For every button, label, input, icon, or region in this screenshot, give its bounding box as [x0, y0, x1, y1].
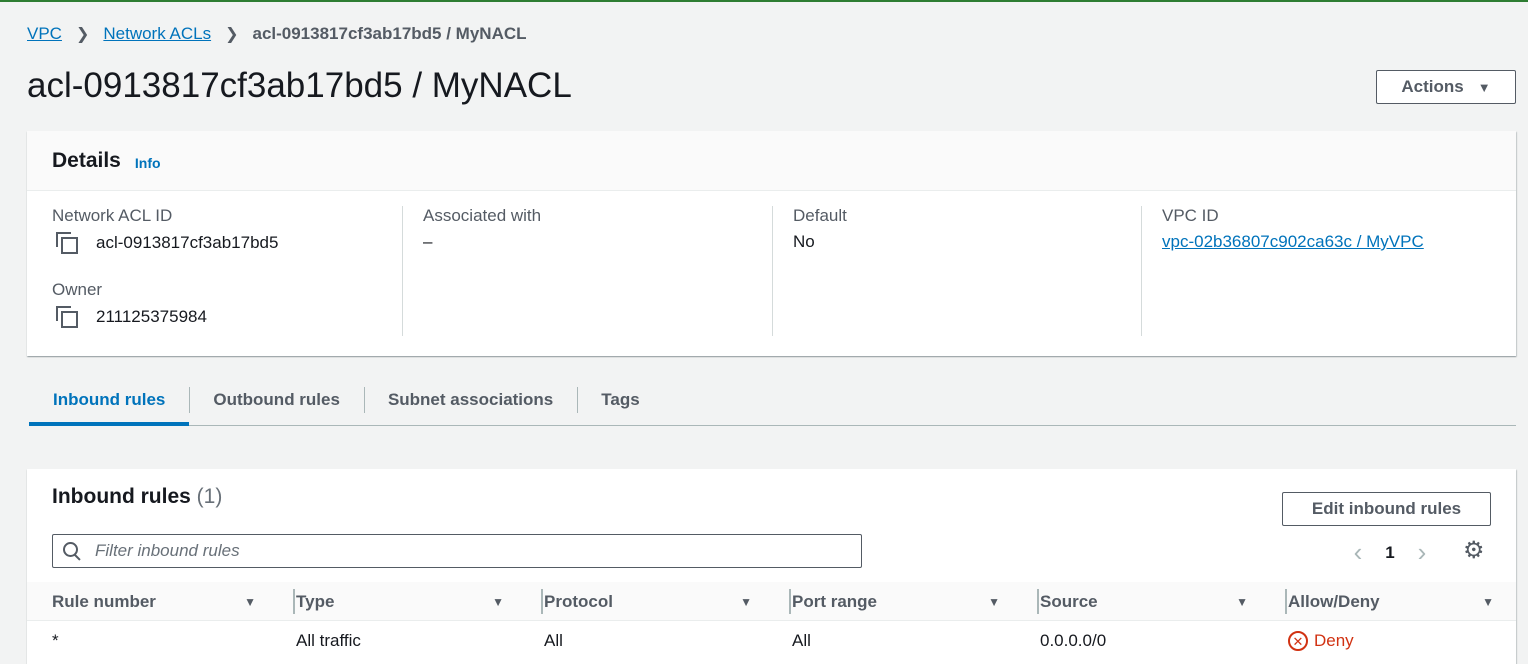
- chevron-right-icon: ❯: [225, 26, 239, 43]
- sort-caret-icon[interactable]: ▼: [244, 595, 256, 609]
- breadcrumb: VPC ❯ Network ACLs ❯ acl-0913817cf3ab17b…: [27, 24, 527, 44]
- deny-label: Deny: [1314, 631, 1354, 650]
- sort-caret-icon[interactable]: ▼: [1482, 595, 1494, 609]
- column-header-label: Port range: [792, 591, 878, 611]
- sort-caret-icon[interactable]: ▼: [988, 595, 1000, 609]
- details-column-associated: Associated with –: [402, 206, 772, 336]
- column-header-label: Allow/Deny: [1288, 591, 1380, 611]
- table-row: * All traffic All All 0.0.0.0/0 ✕ Deny: [27, 621, 1516, 661]
- details-title: Details: [52, 148, 121, 172]
- network-acl-id-value: acl-0913817cf3ab17bd5: [96, 233, 279, 252]
- vpc-id-label: VPC ID: [1162, 206, 1219, 225]
- network-acl-id-label: Network ACL ID: [52, 206, 173, 225]
- gear-icon[interactable]: ⚙: [1463, 539, 1485, 563]
- cell-source: 0.0.0.0/0: [1040, 631, 1107, 650]
- column-header-rule-number[interactable]: Rule number ▼: [52, 582, 272, 621]
- details-header: Details Info: [27, 131, 1516, 191]
- pagination: ‹ 1 ›: [1345, 537, 1435, 568]
- table-header: Rule number ▼ Type ▼ Protocol ▼ Port ran…: [27, 582, 1516, 621]
- column-header-port-range[interactable]: Port range ▼: [789, 582, 1016, 621]
- inbound-rules-count: (1): [196, 485, 223, 508]
- owner-label: Owner: [52, 280, 103, 299]
- actions-button[interactable]: Actions ▼: [1376, 70, 1516, 104]
- owner-value-row: 211125375984: [52, 306, 402, 328]
- details-column-id: Network ACL ID acl-0913817cf3ab17bd5 Own…: [52, 206, 402, 336]
- column-header-protocol[interactable]: Protocol ▼: [541, 582, 768, 621]
- inbound-rules-panel: Inbound rules (1) Edit inbound rules ‹ 1…: [27, 469, 1516, 664]
- filter-inbound-rules-input[interactable]: [93, 540, 833, 562]
- cell-rule-number: *: [52, 631, 59, 650]
- tab-tags[interactable]: Tags: [577, 377, 663, 423]
- search-icon: [63, 542, 81, 560]
- edit-inbound-rules-button[interactable]: Edit inbound rules: [1282, 492, 1491, 526]
- actions-label: Actions: [1401, 77, 1464, 96]
- sort-caret-icon[interactable]: ▼: [1236, 595, 1248, 609]
- tab-outbound-rules[interactable]: Outbound rules: [189, 377, 364, 423]
- chevron-left-icon[interactable]: ‹: [1345, 537, 1371, 568]
- tab-list: Inbound rules Outbound rules Subnet asso…: [29, 377, 1516, 426]
- column-header-label: Protocol: [544, 591, 613, 611]
- tab-subnet-associations[interactable]: Subnet associations: [363, 377, 577, 423]
- details-column-default: Default No: [772, 206, 1141, 336]
- associated-with-value: –: [423, 232, 433, 251]
- cell-protocol: All: [544, 631, 563, 650]
- network-acl-id-value-row: acl-0913817cf3ab17bd5: [52, 232, 402, 254]
- cell-allow-deny: ✕ Deny: [1288, 621, 1354, 661]
- cell-port-range: All: [792, 631, 811, 650]
- inbound-rules-title-text: Inbound rules: [52, 485, 191, 508]
- default-value: No: [793, 232, 815, 251]
- column-header-label: Source: [1040, 591, 1098, 611]
- column-header-type[interactable]: Type ▼: [293, 582, 520, 621]
- chevron-right-icon: ❯: [75, 26, 90, 43]
- inbound-rules-title: Inbound rules (1): [52, 485, 222, 509]
- default-label: Default: [793, 206, 847, 225]
- sort-caret-icon[interactable]: ▼: [492, 595, 504, 609]
- breadcrumb-network-acls-link[interactable]: Network ACLs: [103, 24, 211, 44]
- tab-inbound-rules[interactable]: Inbound rules: [29, 377, 190, 426]
- details-panel: Details Info Network ACL ID acl-0913817c…: [27, 131, 1516, 356]
- info-link[interactable]: Info: [135, 155, 161, 171]
- column-header-allow-deny[interactable]: Allow/Deny ▼: [1285, 582, 1510, 621]
- filter-box: [52, 534, 862, 568]
- column-header-label: Type: [296, 591, 335, 611]
- deny-icon: ✕: [1288, 631, 1308, 651]
- vpc-id-value-row: vpc-02b36807c902ca63c / MyVPC: [1162, 232, 1501, 252]
- breadcrumb-vpc-link[interactable]: VPC: [27, 24, 62, 44]
- copy-icon[interactable]: [56, 306, 78, 328]
- vpc-id-link[interactable]: vpc-02b36807c902ca63c / MyVPC: [1162, 232, 1424, 252]
- owner-value: 211125375984: [96, 307, 207, 326]
- cell-type: All traffic: [296, 631, 361, 650]
- column-header-label: Rule number: [52, 591, 156, 611]
- copy-icon[interactable]: [56, 232, 78, 254]
- details-column-vpc: VPC ID vpc-02b36807c902ca63c / MyVPC: [1141, 206, 1501, 336]
- sort-caret-icon[interactable]: ▼: [740, 595, 752, 609]
- page-number[interactable]: 1: [1371, 543, 1409, 563]
- column-header-source[interactable]: Source ▼: [1037, 582, 1264, 621]
- associated-with-label: Associated with: [423, 206, 542, 225]
- breadcrumb-current: acl-0913817cf3ab17bd5 / MyNACL: [252, 24, 527, 43]
- chevron-right-icon[interactable]: ›: [1409, 537, 1435, 568]
- page-title: acl-0913817cf3ab17bd5 / MyNACL: [27, 66, 572, 105]
- caret-down-icon: ▼: [1477, 79, 1491, 95]
